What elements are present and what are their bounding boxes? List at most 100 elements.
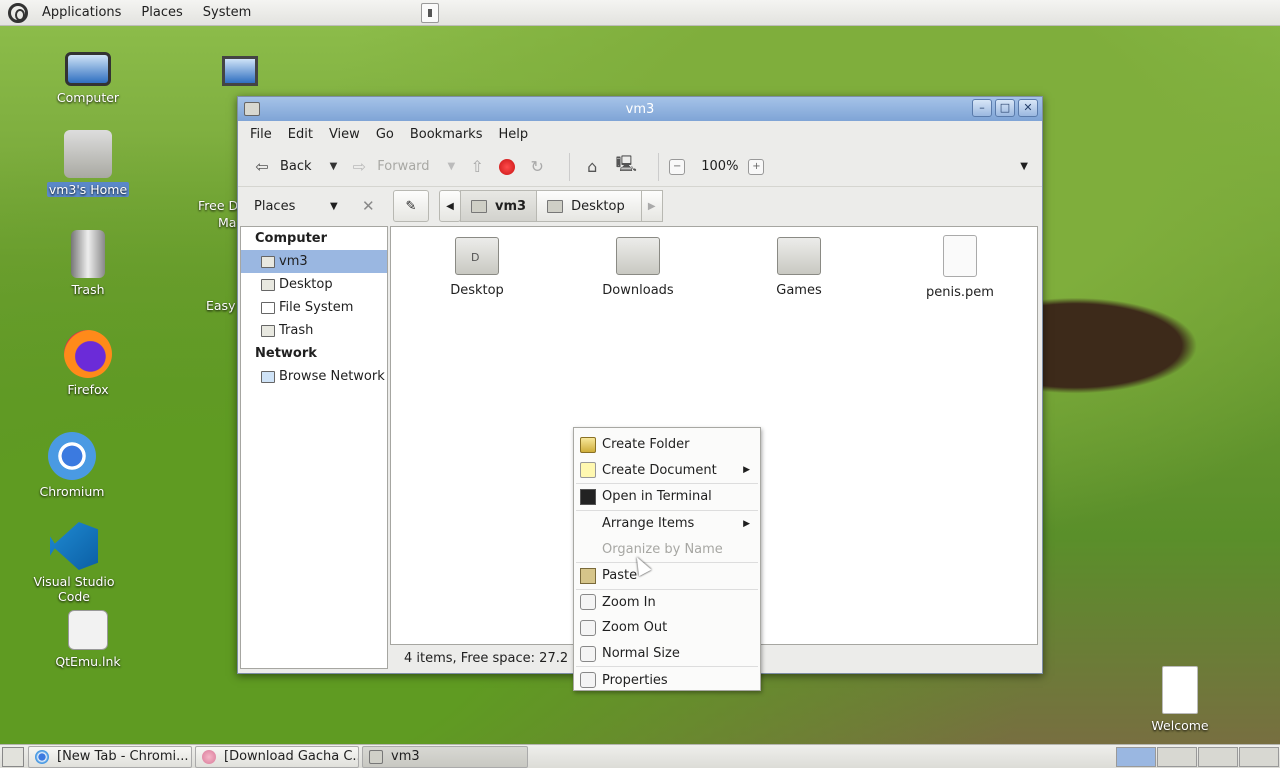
menu-go[interactable]: Go bbox=[368, 127, 402, 142]
show-desktop-button[interactable] bbox=[2, 746, 24, 767]
path-segment-vm3[interactable]: vm3 bbox=[460, 190, 538, 222]
menu-item-label: Normal Size bbox=[602, 646, 680, 662]
workspace-3[interactable] bbox=[1198, 747, 1238, 767]
zoom-out-icon: − bbox=[669, 158, 686, 175]
desktop-icon-partial[interactable] bbox=[222, 56, 258, 86]
file-item-desktop[interactable]: Desktop bbox=[417, 227, 537, 298]
menu-bookmarks[interactable]: Bookmarks bbox=[402, 127, 491, 142]
back-history-dropdown[interactable]: ▼ bbox=[330, 161, 338, 172]
menu-item-label: Arrange Items bbox=[602, 516, 695, 532]
sidebar-item-label: File System bbox=[279, 300, 354, 315]
home-button[interactable]: ⌂ bbox=[580, 147, 604, 187]
task-download[interactable]: [Download Gacha C... bbox=[195, 745, 359, 768]
computer-icon bbox=[65, 52, 111, 86]
up-button[interactable]: ⇧ bbox=[465, 147, 489, 187]
computer-icon bbox=[222, 56, 258, 86]
applications-menu[interactable]: Applications bbox=[32, 5, 131, 20]
menu-paste[interactable]: Paste bbox=[574, 563, 760, 589]
distro-logo-icon[interactable] bbox=[8, 2, 28, 23]
location-edit-button[interactable]: ✎ bbox=[393, 190, 429, 222]
desktop-icon-label: Chromium bbox=[39, 484, 105, 499]
sidebar-type-dropdown[interactable]: ▼ bbox=[330, 201, 338, 212]
window-controls: – □ ✕ bbox=[972, 99, 1038, 117]
desktop-icon-label: Visual Studio Code bbox=[33, 574, 115, 604]
minimize-button[interactable]: – bbox=[972, 99, 992, 117]
desktop-icon-qtemu[interactable]: QtEmu.lnk bbox=[38, 610, 138, 669]
qtemu-icon bbox=[68, 610, 108, 650]
path-segment-desktop[interactable]: Desktop bbox=[536, 190, 642, 222]
maximize-button[interactable]: □ bbox=[995, 99, 1015, 117]
desktop-icon-welcome[interactable]: Welcome bbox=[1130, 666, 1230, 733]
system-menu[interactable]: System bbox=[193, 5, 261, 20]
stop-icon bbox=[499, 158, 516, 175]
workspace-1[interactable] bbox=[1116, 747, 1156, 767]
menu-edit[interactable]: Edit bbox=[280, 127, 321, 142]
menu-properties[interactable]: Properties bbox=[574, 667, 760, 693]
sidebar-item-label: Desktop bbox=[279, 277, 333, 292]
desktop-icon-vscode[interactable]: Visual Studio Code bbox=[14, 522, 134, 604]
menu-zoom-out[interactable]: Zoom Out bbox=[574, 615, 760, 641]
menu-normal-size[interactable]: Normal Size bbox=[574, 641, 760, 667]
desktop-icon-label: Computer bbox=[56, 90, 120, 105]
menu-create-folder[interactable]: Create Folder bbox=[574, 432, 760, 458]
forward-button[interactable]: ⇨ Forward ▼ bbox=[347, 147, 456, 187]
places-menu[interactable]: Places bbox=[131, 5, 192, 20]
path-scroll-right[interactable]: ▶ bbox=[640, 190, 663, 222]
panel-applet-icon[interactable] bbox=[421, 3, 439, 23]
sidebar-close-icon[interactable]: ✕ bbox=[362, 197, 375, 215]
sidebar-item-vm3[interactable]: vm3 bbox=[241, 250, 387, 273]
sidebar-item-label: Trash bbox=[279, 323, 314, 338]
desktop-icon-trash[interactable]: Trash bbox=[38, 230, 138, 297]
folder-icon bbox=[369, 749, 383, 764]
menu-help[interactable]: Help bbox=[490, 127, 536, 142]
window-titlebar[interactable]: vm3 – □ ✕ bbox=[238, 97, 1042, 121]
task-label: [New Tab - Chromi... bbox=[57, 749, 189, 764]
forward-arrow-icon: ⇨ bbox=[352, 157, 366, 176]
forward-history-dropdown[interactable]: ▼ bbox=[448, 161, 456, 172]
menu-file[interactable]: File bbox=[242, 127, 280, 142]
browser-icon bbox=[202, 749, 216, 764]
zoom-out-button[interactable]: − bbox=[669, 147, 686, 187]
reload-button[interactable]: ↻ bbox=[525, 147, 549, 187]
computer-button[interactable]: 🖳 bbox=[614, 147, 638, 187]
document-icon bbox=[580, 462, 596, 479]
path-segment-label: Desktop bbox=[571, 198, 625, 214]
file-item-games[interactable]: Games bbox=[739, 227, 859, 298]
task-chromium[interactable]: [New Tab - Chromi... bbox=[28, 745, 192, 768]
task-vm3[interactable]: vm3 bbox=[362, 745, 528, 768]
desktop-icon-chromium[interactable]: Chromium bbox=[22, 432, 122, 499]
sidebar-item-filesystem[interactable]: File System bbox=[241, 296, 387, 319]
sidebar-item-trash[interactable]: Trash bbox=[241, 319, 387, 342]
sidebar-header-label: Places bbox=[254, 198, 296, 214]
toolbar-overflow-dropdown[interactable]: ▼ bbox=[1020, 161, 1028, 172]
zoom-in-button[interactable]: + bbox=[748, 147, 765, 187]
sidebar-item-browse-network[interactable]: Browse Network bbox=[241, 365, 387, 388]
menu-open-terminal[interactable]: Open in Terminal bbox=[574, 484, 760, 510]
desktop-icon-firefox[interactable]: Firefox bbox=[38, 330, 138, 397]
menu-create-document[interactable]: Create Document ▶ bbox=[574, 458, 760, 484]
workspace-4[interactable] bbox=[1239, 747, 1279, 767]
sidebar-group-network: Network bbox=[255, 346, 317, 361]
close-button[interactable]: ✕ bbox=[1018, 99, 1038, 117]
file-item-pem[interactable]: penis.pem bbox=[900, 227, 1020, 300]
back-label: Back bbox=[280, 159, 312, 174]
desktop-icon-label: vm3's Home bbox=[46, 182, 130, 197]
menu-arrange-items[interactable]: Arrange Items ▶ bbox=[574, 511, 760, 537]
firefox-icon bbox=[64, 330, 112, 378]
sidebar-item-label: vm3 bbox=[279, 254, 308, 269]
filesystem-icon bbox=[261, 301, 275, 314]
back-button[interactable]: ⇦ Back ▼ bbox=[250, 147, 337, 187]
file-item-downloads[interactable]: Downloads bbox=[578, 227, 698, 298]
sidebar-item-desktop[interactable]: Desktop bbox=[241, 273, 387, 296]
menu-view[interactable]: View bbox=[321, 127, 368, 142]
path-scroll-left[interactable]: ◀ bbox=[439, 190, 461, 222]
desktop-icon-computer[interactable]: Computer bbox=[38, 46, 138, 105]
menu-zoom-in[interactable]: Zoom In bbox=[574, 590, 760, 616]
submenu-arrow-icon: ▶ bbox=[743, 465, 750, 476]
folder-icon bbox=[580, 436, 596, 453]
sidebar-item-label: Browse Network bbox=[279, 369, 385, 384]
workspace-2[interactable] bbox=[1157, 747, 1197, 767]
properties-icon bbox=[580, 672, 596, 689]
desktop-icon-home[interactable]: vm3's Home bbox=[38, 130, 138, 197]
stop-button[interactable] bbox=[499, 147, 516, 187]
